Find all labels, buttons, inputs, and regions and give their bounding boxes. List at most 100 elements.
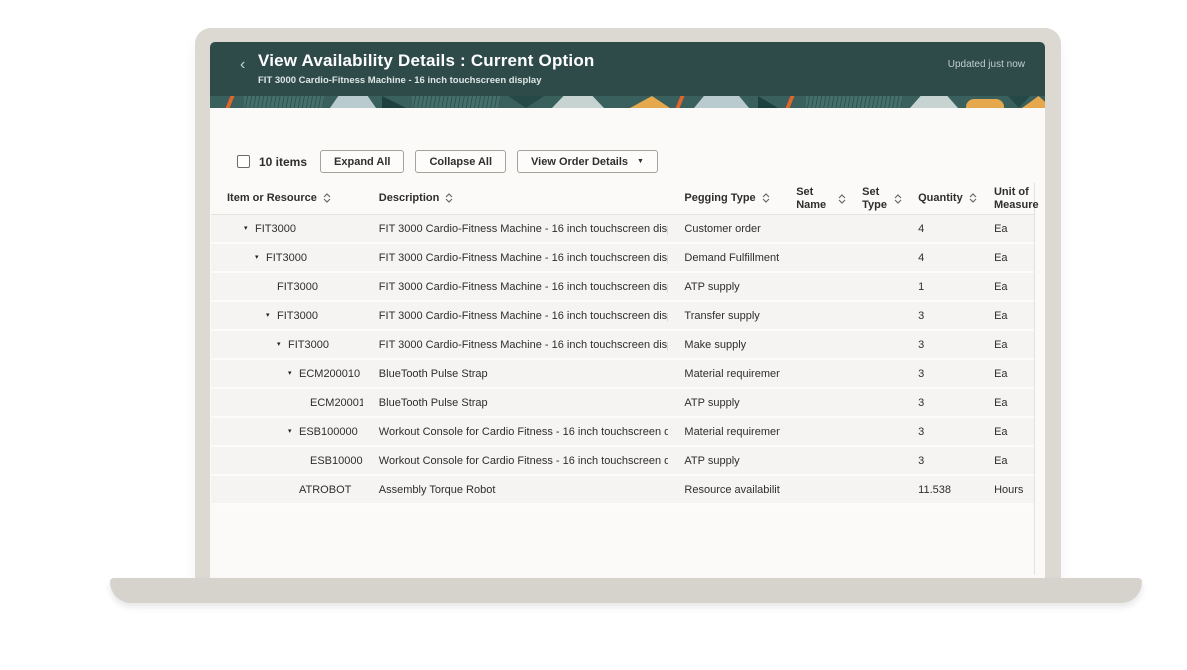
- table-row[interactable]: ▾ECM200010BlueTooth Pulse StrapMaterial …: [211, 360, 1034, 389]
- cell-uom: Hours: [978, 484, 1034, 496]
- cell-uom: Ea: [978, 252, 1034, 264]
- item-code: FIT3000: [277, 281, 318, 293]
- cell-pegging_type: Customer order: [668, 223, 780, 235]
- table-row[interactable]: FIT3000 FIT 3000 Cardio-Fitness Machine -…: [211, 273, 1034, 302]
- item-code: ESB100000: [310, 455, 363, 467]
- collapse-all-button[interactable]: Collapse All: [415, 150, 506, 173]
- column-label: Description: [379, 192, 440, 205]
- cell-quantity: 3: [902, 455, 978, 467]
- table-body: ▾FIT3000FIT 3000 Cardio-Fitness Machine …: [211, 215, 1034, 505]
- column-label: Unit of Measure: [994, 186, 1039, 211]
- cell-quantity: 3: [902, 426, 978, 438]
- cell-pegging_type: Make supply: [668, 339, 780, 351]
- table-row[interactable]: ▾FIT3000FIT 3000 Cardio-Fitness Machine …: [211, 331, 1034, 360]
- sort-icon[interactable]: [894, 194, 902, 204]
- collapse-all-label: Collapse All: [429, 156, 492, 168]
- row-expand-caret-icon[interactable]: ▾: [266, 312, 277, 319]
- table-row[interactable]: ▾FIT3000FIT 3000 Cardio-Fitness Machine …: [211, 302, 1034, 331]
- back-chevron-icon[interactable]: ‹: [240, 57, 245, 73]
- column-header-pegging_type[interactable]: Pegging Type: [668, 192, 780, 205]
- column-header-description[interactable]: Description: [363, 192, 669, 205]
- page-subtitle: FIT 3000 Cardio-Fitness Machine - 16 inc…: [258, 75, 542, 86]
- cell-item: ▾FIT3000: [211, 252, 363, 264]
- cell-pegging_type: Resource availability: [668, 484, 780, 496]
- column-header-quantity[interactable]: Quantity: [902, 192, 978, 205]
- cell-item: ▾ECM200010: [211, 368, 363, 380]
- table-row[interactable]: ATROBOTAssembly Torque RobotResource ava…: [211, 476, 1034, 505]
- item-code: ESB100000: [299, 426, 358, 438]
- cell-quantity: 4: [902, 223, 978, 235]
- view-order-details-button[interactable]: View Order Details ▼: [517, 150, 658, 173]
- cell-description: Workout Console for Cardio Fitness - 16 …: [363, 455, 669, 467]
- cell-pegging_type: Material requirement: [668, 368, 780, 380]
- expand-all-label: Expand All: [334, 156, 390, 168]
- dropdown-caret-icon: ▼: [637, 158, 644, 165]
- item-code: FIT3000: [277, 310, 318, 322]
- laptop-base: [110, 578, 1142, 603]
- page-header: ‹ View Availability Details : Current Op…: [210, 42, 1045, 96]
- cell-item: ▾FIT3000: [211, 310, 363, 322]
- view-order-details-label: View Order Details: [531, 156, 628, 168]
- item-code: ECM200010: [310, 397, 363, 409]
- cell-pegging_type: ATP supply: [668, 281, 780, 293]
- page-title: View Availability Details : Current Opti…: [258, 51, 595, 71]
- sort-icon[interactable]: [762, 193, 770, 203]
- column-header-set_type[interactable]: Set Type: [846, 186, 902, 211]
- row-expand-caret-icon[interactable]: ▾: [277, 341, 288, 348]
- table-row[interactable]: ECM200010BlueTooth Pulse StrapATP supply…: [211, 389, 1034, 418]
- toolbar: 10 items Expand All Collapse All View Or…: [237, 150, 1045, 173]
- item-code: FIT3000: [255, 223, 296, 235]
- cell-description: FIT 3000 Cardio-Fitness Machine - 16 inc…: [363, 223, 669, 235]
- cell-description: FIT 3000 Cardio-Fitness Machine - 16 inc…: [363, 339, 669, 351]
- cell-uom: Ea: [978, 426, 1034, 438]
- table-header-row: Item or Resource Description Pegging Type S…: [211, 183, 1034, 215]
- cell-description: FIT 3000 Cardio-Fitness Machine - 16 inc…: [363, 281, 669, 293]
- cell-item: ▾ESB100000: [211, 426, 363, 438]
- table-row[interactable]: ▾FIT3000FIT 3000 Cardio-Fitness Machine …: [211, 215, 1034, 244]
- select-all-checkbox[interactable]: [237, 155, 250, 168]
- cell-uom: Ea: [978, 455, 1034, 467]
- cell-description: Workout Console for Cardio Fitness - 16 …: [363, 426, 669, 438]
- column-label: Item or Resource: [227, 192, 317, 205]
- cell-item: ESB100000: [211, 455, 363, 467]
- cell-uom: Ea: [978, 397, 1034, 409]
- cell-uom: Ea: [978, 310, 1034, 322]
- cell-quantity: 3: [902, 368, 978, 380]
- item-code: ATROBOT: [299, 484, 351, 496]
- decorative-band: [210, 96, 1045, 108]
- column-header-item[interactable]: Item or Resource: [211, 192, 363, 205]
- sort-icon[interactable]: [969, 193, 977, 203]
- cell-uom: Ea: [978, 339, 1034, 351]
- column-label: Set Name: [796, 186, 832, 211]
- row-expand-caret-icon[interactable]: ▾: [244, 225, 255, 232]
- cell-description: BlueTooth Pulse Strap: [363, 368, 669, 380]
- sort-icon[interactable]: [445, 193, 453, 203]
- cell-item: ATROBOT: [211, 484, 363, 496]
- table-row[interactable]: ▾FIT3000FIT 3000 Cardio-Fitness Machine …: [211, 244, 1034, 273]
- cell-description: FIT 3000 Cardio-Fitness Machine - 16 inc…: [363, 310, 669, 322]
- cell-pegging_type: Transfer supply: [668, 310, 780, 322]
- cell-description: BlueTooth Pulse Strap: [363, 397, 669, 409]
- cell-pegging_type: ATP supply: [668, 397, 780, 409]
- cell-quantity: 1: [902, 281, 978, 293]
- row-expand-caret-icon[interactable]: ▾: [288, 428, 299, 435]
- column-header-set_name[interactable]: Set Name: [780, 186, 846, 211]
- column-header-uom[interactable]: Unit of Measure: [978, 186, 1034, 211]
- cell-quantity: 3: [902, 339, 978, 351]
- cell-item: ▾FIT3000: [211, 339, 363, 351]
- row-expand-caret-icon[interactable]: ▾: [255, 254, 266, 261]
- items-count-label: 10 items: [259, 155, 307, 169]
- cell-quantity: 11.538: [902, 484, 978, 496]
- cell-description: FIT 3000 Cardio-Fitness Machine - 16 inc…: [363, 252, 669, 264]
- sort-icon[interactable]: [323, 193, 331, 203]
- table-row[interactable]: ESB100000Workout Console for Cardio Fitn…: [211, 447, 1034, 476]
- expand-all-button[interactable]: Expand All: [320, 150, 404, 173]
- cell-item: ▾FIT3000: [211, 223, 363, 235]
- cell-uom: Ea: [978, 223, 1034, 235]
- sort-icon[interactable]: [838, 194, 846, 204]
- row-expand-caret-icon[interactable]: ▾: [288, 370, 299, 377]
- column-label: Set Type: [862, 186, 888, 211]
- column-label: Quantity: [918, 192, 963, 205]
- table-row[interactable]: ▾ESB100000Workout Console for Cardio Fit…: [211, 418, 1034, 447]
- cell-pegging_type: Material requirement: [668, 426, 780, 438]
